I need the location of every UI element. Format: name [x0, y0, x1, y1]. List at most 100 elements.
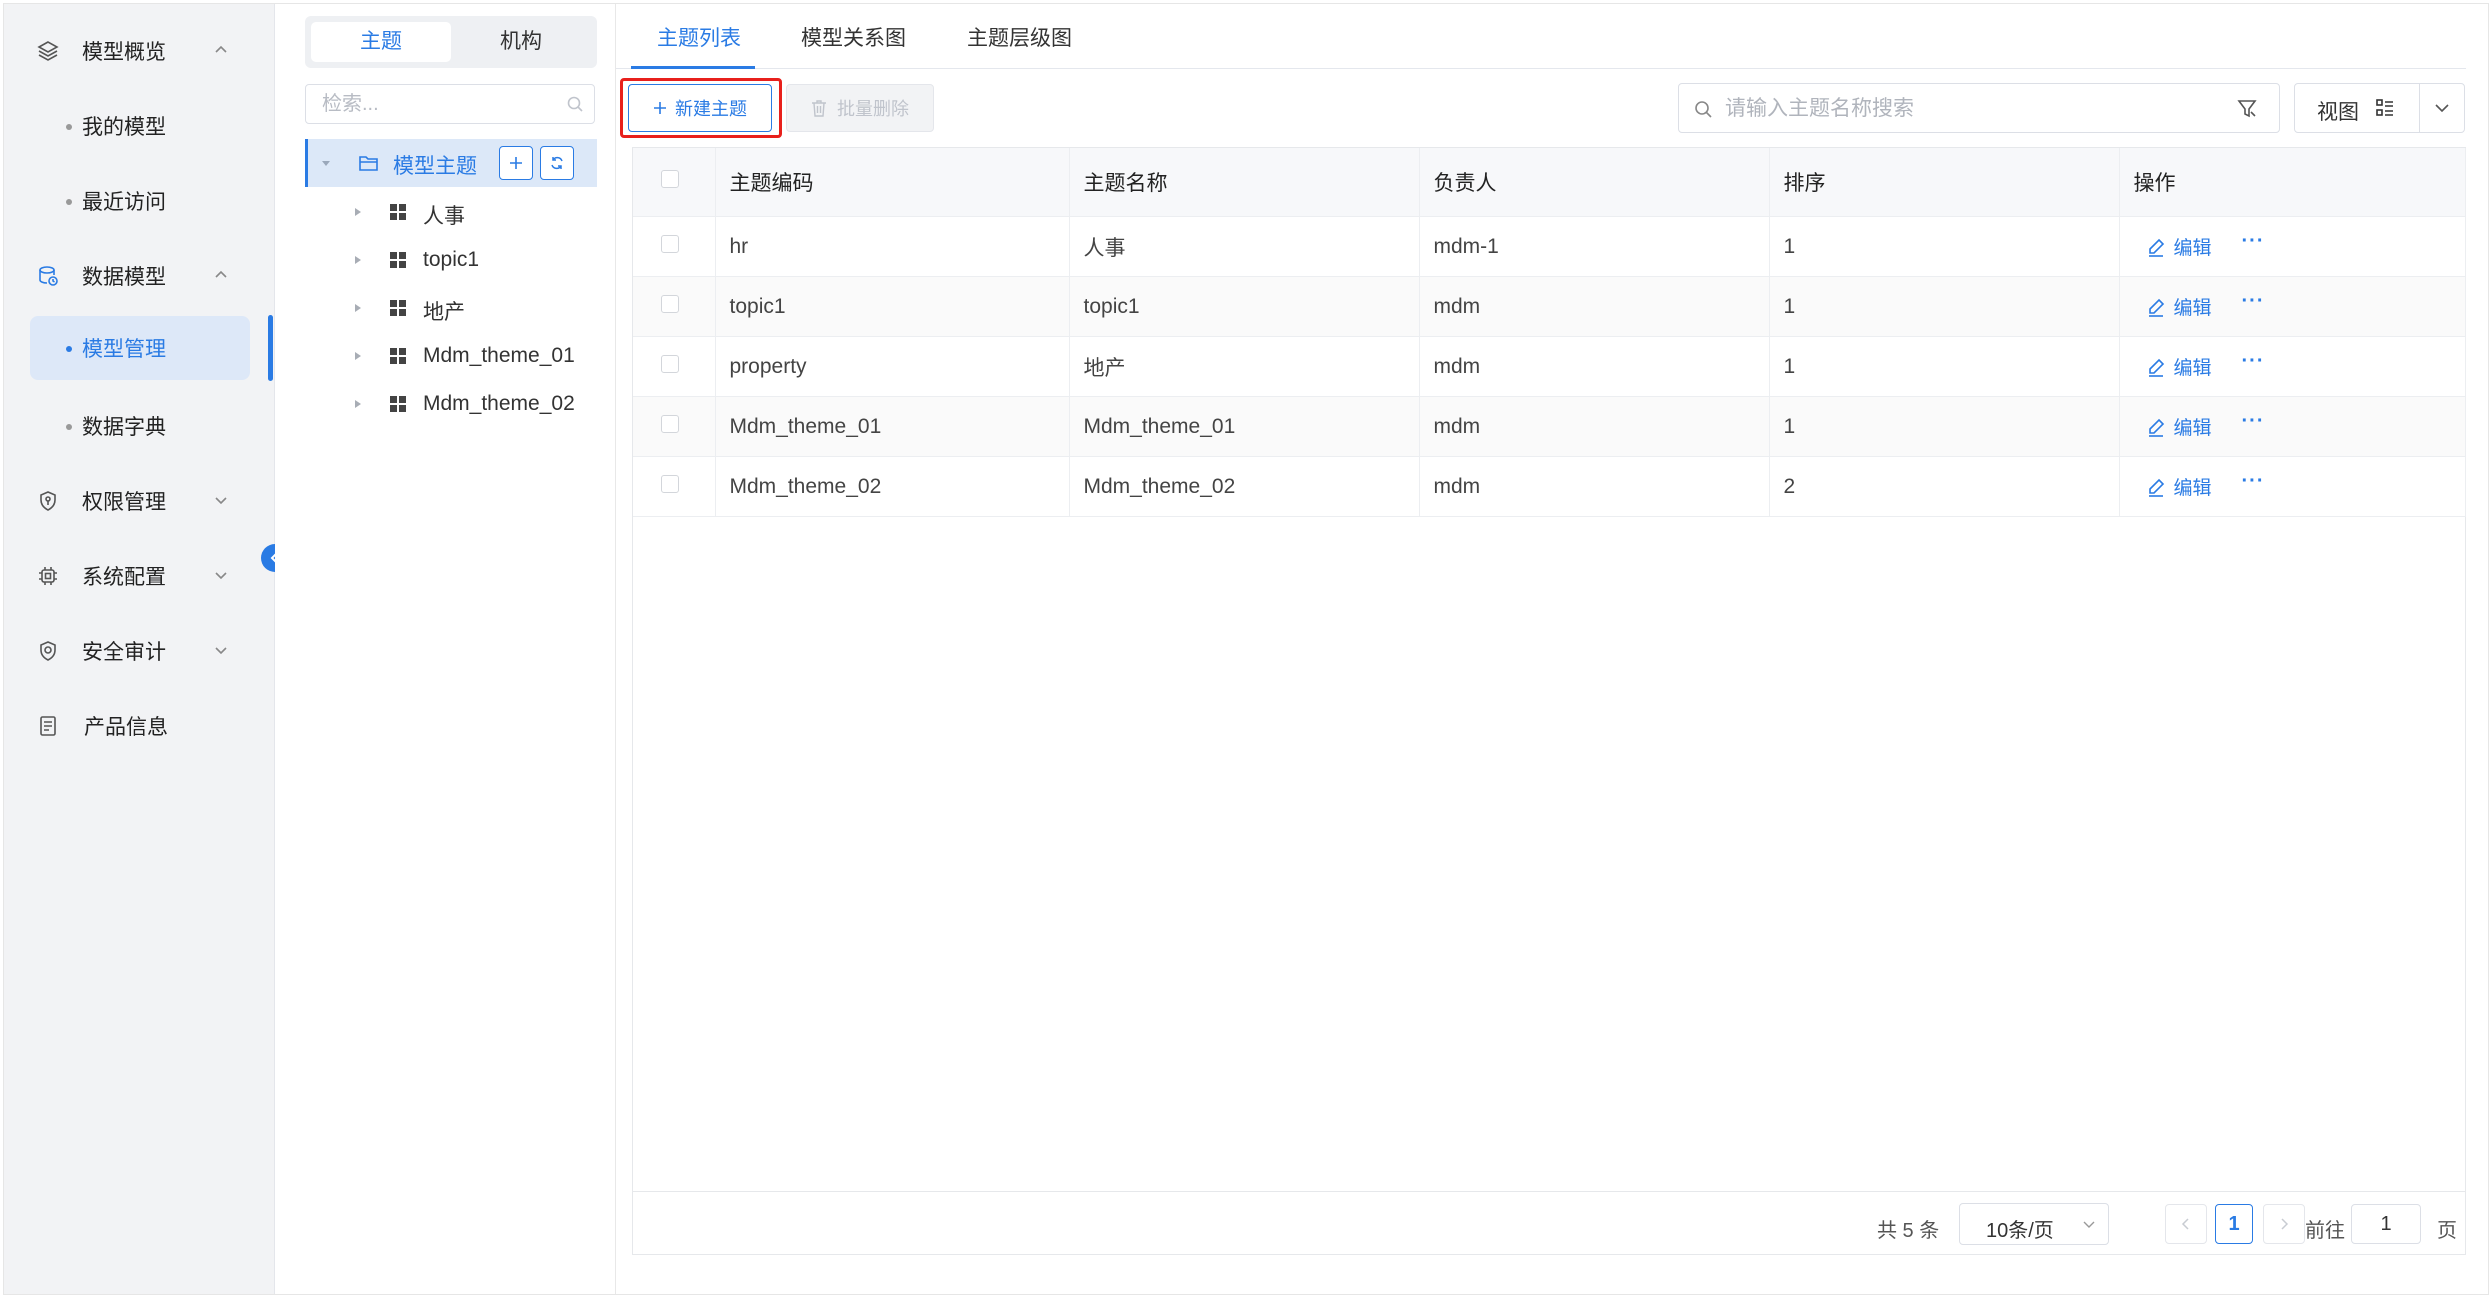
- cell-actions: 编辑 ···: [2119, 336, 2466, 397]
- edit-link[interactable]: 编辑: [2174, 233, 2212, 260]
- bullet-dot: [66, 124, 72, 130]
- menu-group-system-config[interactable]: 系统配置: [4, 544, 274, 608]
- chevron-down-icon: [215, 497, 227, 505]
- tab-model-relation[interactable]: 模型关系图: [801, 22, 906, 52]
- topic-table: 主题编码 主题名称 负责人 排序 操作 hr 人事 mdm-1 1 编辑 ···…: [632, 147, 2466, 1255]
- tree-node-label: 地产: [423, 301, 465, 324]
- more-actions-icon[interactable]: ···: [2242, 410, 2265, 433]
- chevron-down-icon: [2435, 104, 2449, 113]
- page-number-current[interactable]: 1: [2215, 1204, 2253, 1244]
- menu-group-label: 系统配置: [82, 566, 166, 589]
- cell-code: topic1: [715, 276, 1070, 337]
- cell-owner: mdm: [1419, 336, 1770, 397]
- tree-node[interactable]: 地产: [305, 284, 597, 332]
- more-actions-icon[interactable]: ···: [2242, 290, 2265, 313]
- bullet-dot: [66, 199, 72, 205]
- page-size-select[interactable]: 10条/页: [1959, 1203, 2109, 1245]
- sidebar-item-recent[interactable]: 最近访问: [30, 169, 250, 233]
- table-row: hr 人事 mdm-1 1 编辑 ···: [633, 216, 2466, 277]
- view-dropdown-toggle[interactable]: [2419, 83, 2465, 133]
- row-checkbox[interactable]: [661, 414, 679, 433]
- select-cell: [633, 216, 716, 277]
- grid-icon: [390, 348, 406, 364]
- sidebar-item-model-management[interactable]: 模型管理: [30, 316, 250, 380]
- table-row: Mdm_theme_01 Mdm_theme_01 mdm 1 编辑 ···: [633, 396, 2466, 457]
- more-actions-icon[interactable]: ···: [2242, 350, 2265, 373]
- bullet-dot: [66, 424, 72, 430]
- filter-icon[interactable]: [2237, 98, 2257, 120]
- row-checkbox[interactable]: [661, 354, 679, 373]
- add-topic-button[interactable]: [499, 146, 533, 180]
- tab-bar: 主题列表 模型关系图 主题层级图: [616, 4, 2466, 69]
- menu-group-security-audit[interactable]: 安全审计: [4, 619, 274, 683]
- edit-link[interactable]: 编辑: [2174, 353, 2212, 380]
- menu-group-product-info[interactable]: 产品信息: [4, 694, 274, 758]
- tree-search-input[interactable]: [320, 85, 554, 123]
- caret-right-icon: [355, 304, 361, 312]
- cell-owner: mdm: [1419, 456, 1770, 517]
- batch-delete-button[interactable]: 批量删除: [786, 84, 934, 132]
- row-checkbox[interactable]: [661, 294, 679, 313]
- shield-check-icon: [40, 641, 56, 661]
- highlight-box: [620, 78, 782, 138]
- prev-page-button[interactable]: [2165, 1204, 2207, 1244]
- tab-topic-hierarchy[interactable]: 主题层级图: [967, 22, 1072, 52]
- edit-link[interactable]: 编辑: [2174, 413, 2212, 440]
- row-checkbox[interactable]: [661, 234, 679, 253]
- grid-icon: [390, 300, 406, 316]
- next-page-button[interactable]: [2263, 1204, 2305, 1244]
- app-window: 模型概览 我的模型 最近访问 数据模型 模型管理 数据字典 权限管理 系统配置 …: [3, 3, 2489, 1295]
- grid-icon: [390, 396, 406, 412]
- tree-panel: 主题 机构 模型主题 人事 topic1: [275, 4, 616, 1294]
- tree-node[interactable]: Mdm_theme_02: [305, 380, 597, 428]
- cell-order: 1: [1769, 396, 2120, 457]
- cell-code: hr: [715, 216, 1070, 277]
- tree-node[interactable]: Mdm_theme_01: [305, 332, 597, 380]
- tree-node[interactable]: topic1: [305, 236, 597, 284]
- trash-icon: [812, 100, 826, 117]
- chevron-left-icon: [2181, 1218, 2189, 1230]
- sidebar-item-label: 模型管理: [82, 338, 166, 361]
- more-actions-icon[interactable]: ···: [2242, 230, 2265, 253]
- list-view-icon: [2376, 99, 2393, 116]
- cpu-icon: [39, 567, 57, 585]
- tree-node-label: Mdm_theme_01: [423, 344, 575, 367]
- chevron-right-icon: [2281, 1218, 2289, 1230]
- topic-search-input[interactable]: [1723, 91, 2207, 127]
- sidebar-item-label: 数据字典: [82, 416, 166, 439]
- batch-delete-label: 批量删除: [837, 99, 909, 119]
- sidebar-item-data-dictionary[interactable]: 数据字典: [30, 394, 250, 458]
- segment-organization[interactable]: 机构: [451, 22, 591, 62]
- tab-topic-list[interactable]: 主题列表: [657, 22, 741, 52]
- more-actions-icon[interactable]: ···: [2242, 470, 2265, 493]
- refresh-button[interactable]: [540, 146, 574, 180]
- menu-group-label: 安全审计: [82, 641, 166, 664]
- tree-root-node[interactable]: 模型主题: [305, 139, 597, 187]
- caret-down-icon: [322, 161, 330, 166]
- cell-actions: 编辑 ···: [2119, 216, 2466, 277]
- menu-group-label: 模型概览: [82, 41, 166, 64]
- menu-group-permission[interactable]: 权限管理: [4, 469, 274, 533]
- cell-order: 1: [1769, 336, 2120, 397]
- menu-group-data-model[interactable]: 数据模型: [4, 244, 274, 308]
- segment-topic[interactable]: 主题: [311, 22, 451, 62]
- chevron-down-icon: [215, 647, 227, 655]
- cell-actions: 编辑 ···: [2119, 396, 2466, 457]
- tree-node[interactable]: 人事: [305, 188, 597, 236]
- row-checkbox[interactable]: [661, 474, 679, 493]
- edit-link[interactable]: 编辑: [2174, 293, 2212, 320]
- view-button[interactable]: 视图: [2294, 83, 2420, 133]
- menu-group-model-overview[interactable]: 模型概览: [4, 19, 274, 83]
- search-icon: [567, 96, 583, 112]
- select-cell: [633, 456, 716, 517]
- tree-node-label: topic1: [423, 248, 480, 271]
- sidebar-item-my-models[interactable]: 我的模型: [30, 94, 250, 158]
- cell-order: 1: [1769, 216, 2120, 277]
- goto-page-input[interactable]: 1: [2351, 1204, 2421, 1244]
- select-all-checkbox[interactable]: [661, 170, 679, 188]
- layers-icon: [37, 41, 59, 61]
- cell-actions: 编辑 ···: [2119, 456, 2466, 517]
- edit-link[interactable]: 编辑: [2174, 473, 2212, 500]
- bullet-dot: [66, 346, 72, 352]
- pagination: 共 5 条 10条/页 1 前往 1 页: [633, 1191, 2465, 1256]
